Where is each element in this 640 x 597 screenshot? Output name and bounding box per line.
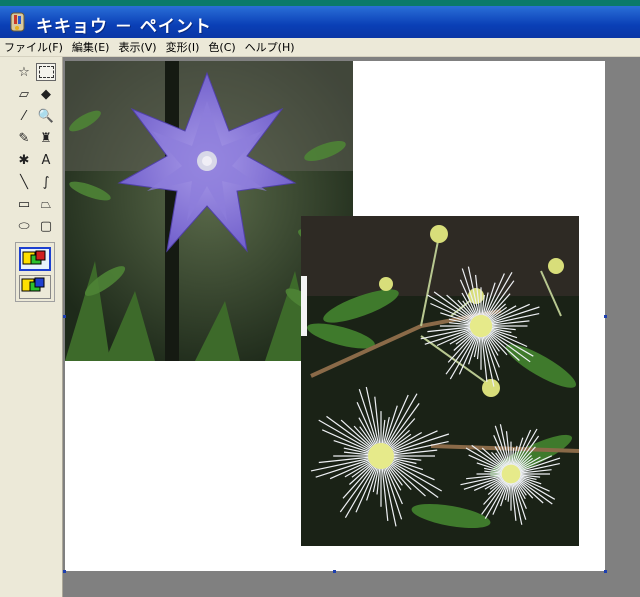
- pencil-icon: ✎: [18, 130, 30, 146]
- rectangle-icon: ▭: [17, 196, 31, 212]
- resize-handle-bottom-left[interactable]: [63, 570, 66, 573]
- tool-options-panel: [15, 242, 55, 302]
- silk-tree-flower-photo: [301, 216, 579, 546]
- airbrush-tool[interactable]: ✱: [14, 151, 34, 169]
- toolbox: ☆ ▱ ◆ ⁄ 🔍 ✎ ♜ ✱ A ╲ ∫ ▭ ⏢ ⬭ ▢: [0, 57, 63, 597]
- rect-select-icon: [38, 66, 54, 78]
- resize-handle-right-middle[interactable]: [604, 315, 607, 318]
- magnifier-icon: 🔍: [37, 108, 55, 124]
- rounded-rect-icon: ▢: [39, 218, 53, 234]
- color-picker-tool[interactable]: ⁄: [14, 107, 34, 125]
- free-select-tool[interactable]: ☆: [14, 63, 34, 81]
- fill-bucket-tool[interactable]: ◆: [36, 85, 56, 103]
- resize-handle-bottom-right[interactable]: [604, 570, 607, 573]
- brush-tool[interactable]: ♜: [36, 129, 56, 147]
- rounded-rect-tool[interactable]: ▢: [36, 217, 56, 235]
- resize-handle-bottom-middle[interactable]: [333, 570, 336, 573]
- polygon-icon: ⏢: [40, 196, 52, 212]
- brush-icon: ♜: [40, 130, 52, 146]
- canvas-workspace: [63, 57, 640, 597]
- resize-handle-left-middle[interactable]: [63, 315, 66, 318]
- line-tool[interactable]: ╲: [14, 173, 34, 191]
- eraser-tool[interactable]: ▱: [14, 85, 34, 103]
- transparent-selection-icon: [21, 277, 45, 292]
- menu-help[interactable]: ヘルプ(H): [241, 39, 300, 55]
- line-icon: ╲: [20, 174, 28, 190]
- free-select-icon: ☆: [18, 64, 30, 80]
- rectangle-tool[interactable]: ▭: [14, 195, 34, 213]
- eraser-icon: ▱: [19, 86, 29, 102]
- title-bar: キキョウ － ペイント: [0, 0, 640, 38]
- paint-app-icon[interactable]: [8, 12, 28, 34]
- window-title: キキョウ － ペイント: [36, 17, 212, 37]
- magnifier-tool[interactable]: 🔍: [36, 107, 56, 125]
- ellipse-tool[interactable]: ⬭: [14, 217, 34, 235]
- fill-bucket-icon: ◆: [41, 86, 51, 102]
- pencil-tool[interactable]: ✎: [14, 129, 34, 147]
- menu-colors[interactable]: 色(C): [204, 39, 240, 55]
- menu-view[interactable]: 表示(V): [114, 39, 161, 55]
- menu-edit[interactable]: 編集(E): [68, 39, 115, 55]
- text-tool[interactable]: A: [36, 151, 56, 169]
- polygon-tool[interactable]: ⏢: [36, 195, 56, 213]
- color-picker-icon: ⁄: [22, 108, 26, 124]
- opaque-selection-icon: [22, 250, 46, 265]
- drawing-canvas[interactable]: [65, 61, 605, 571]
- menu-image[interactable]: 変形(I): [162, 39, 205, 55]
- rect-select-tool[interactable]: [36, 63, 56, 81]
- menu-file[interactable]: ファイル(F): [0, 39, 68, 55]
- menu-bar: ファイル(F) 編集(E) 表示(V) 変形(I) 色(C) ヘルプ(H): [0, 38, 640, 57]
- airbrush-icon: ✱: [18, 152, 30, 168]
- curve-icon: ∫: [42, 174, 50, 190]
- curve-tool[interactable]: ∫: [36, 173, 56, 191]
- transparent-on-option[interactable]: [19, 275, 51, 299]
- ellipse-icon: ⬭: [18, 218, 30, 234]
- transparent-off-option[interactable]: [19, 247, 51, 271]
- text-icon: A: [41, 152, 51, 168]
